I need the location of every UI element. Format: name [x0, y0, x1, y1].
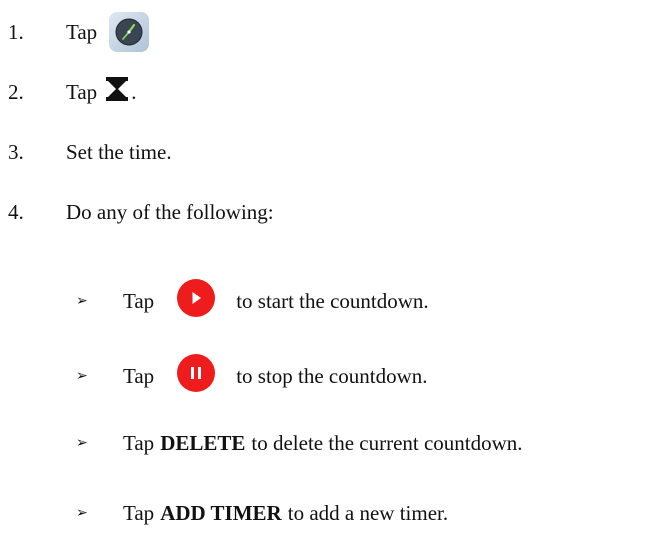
step-text: Do any of the following:	[66, 199, 274, 224]
sub-item-tap: Tap	[123, 288, 155, 313]
bullet-arrow: ➢	[76, 368, 88, 384]
step-number: 2.	[8, 79, 24, 104]
sub-item-tap: Tap	[123, 430, 155, 455]
play-icon	[176, 278, 216, 324]
step-number: 1.	[8, 19, 24, 44]
sub-item-text: to stop the countdown.	[236, 363, 428, 388]
step-number: 4.	[8, 199, 24, 224]
step-text-period: .	[131, 79, 137, 104]
bullet-arrow: ➢	[76, 435, 88, 451]
sub-item-tap: Tap	[123, 500, 155, 525]
add-timer-label: ADD TIMER	[160, 500, 282, 525]
delete-label: DELETE	[160, 430, 246, 455]
bullet-arrow: ➢	[76, 505, 88, 521]
step-number: 3.	[8, 139, 24, 164]
sub-item-tap: Tap	[123, 363, 155, 388]
step-text: Set the time.	[66, 139, 172, 164]
sub-item-text: to start the countdown.	[236, 288, 429, 313]
step-text: Tap	[66, 79, 98, 104]
step-text: Tap	[66, 19, 98, 44]
sub-item-text: to add a new timer.	[287, 500, 449, 525]
pause-icon	[176, 353, 216, 399]
bullet-arrow: ➢	[76, 293, 88, 309]
clock-app-icon	[109, 12, 150, 52]
sub-item-text: to delete the current countdown.	[251, 430, 523, 455]
hourglass-icon	[104, 76, 130, 108]
